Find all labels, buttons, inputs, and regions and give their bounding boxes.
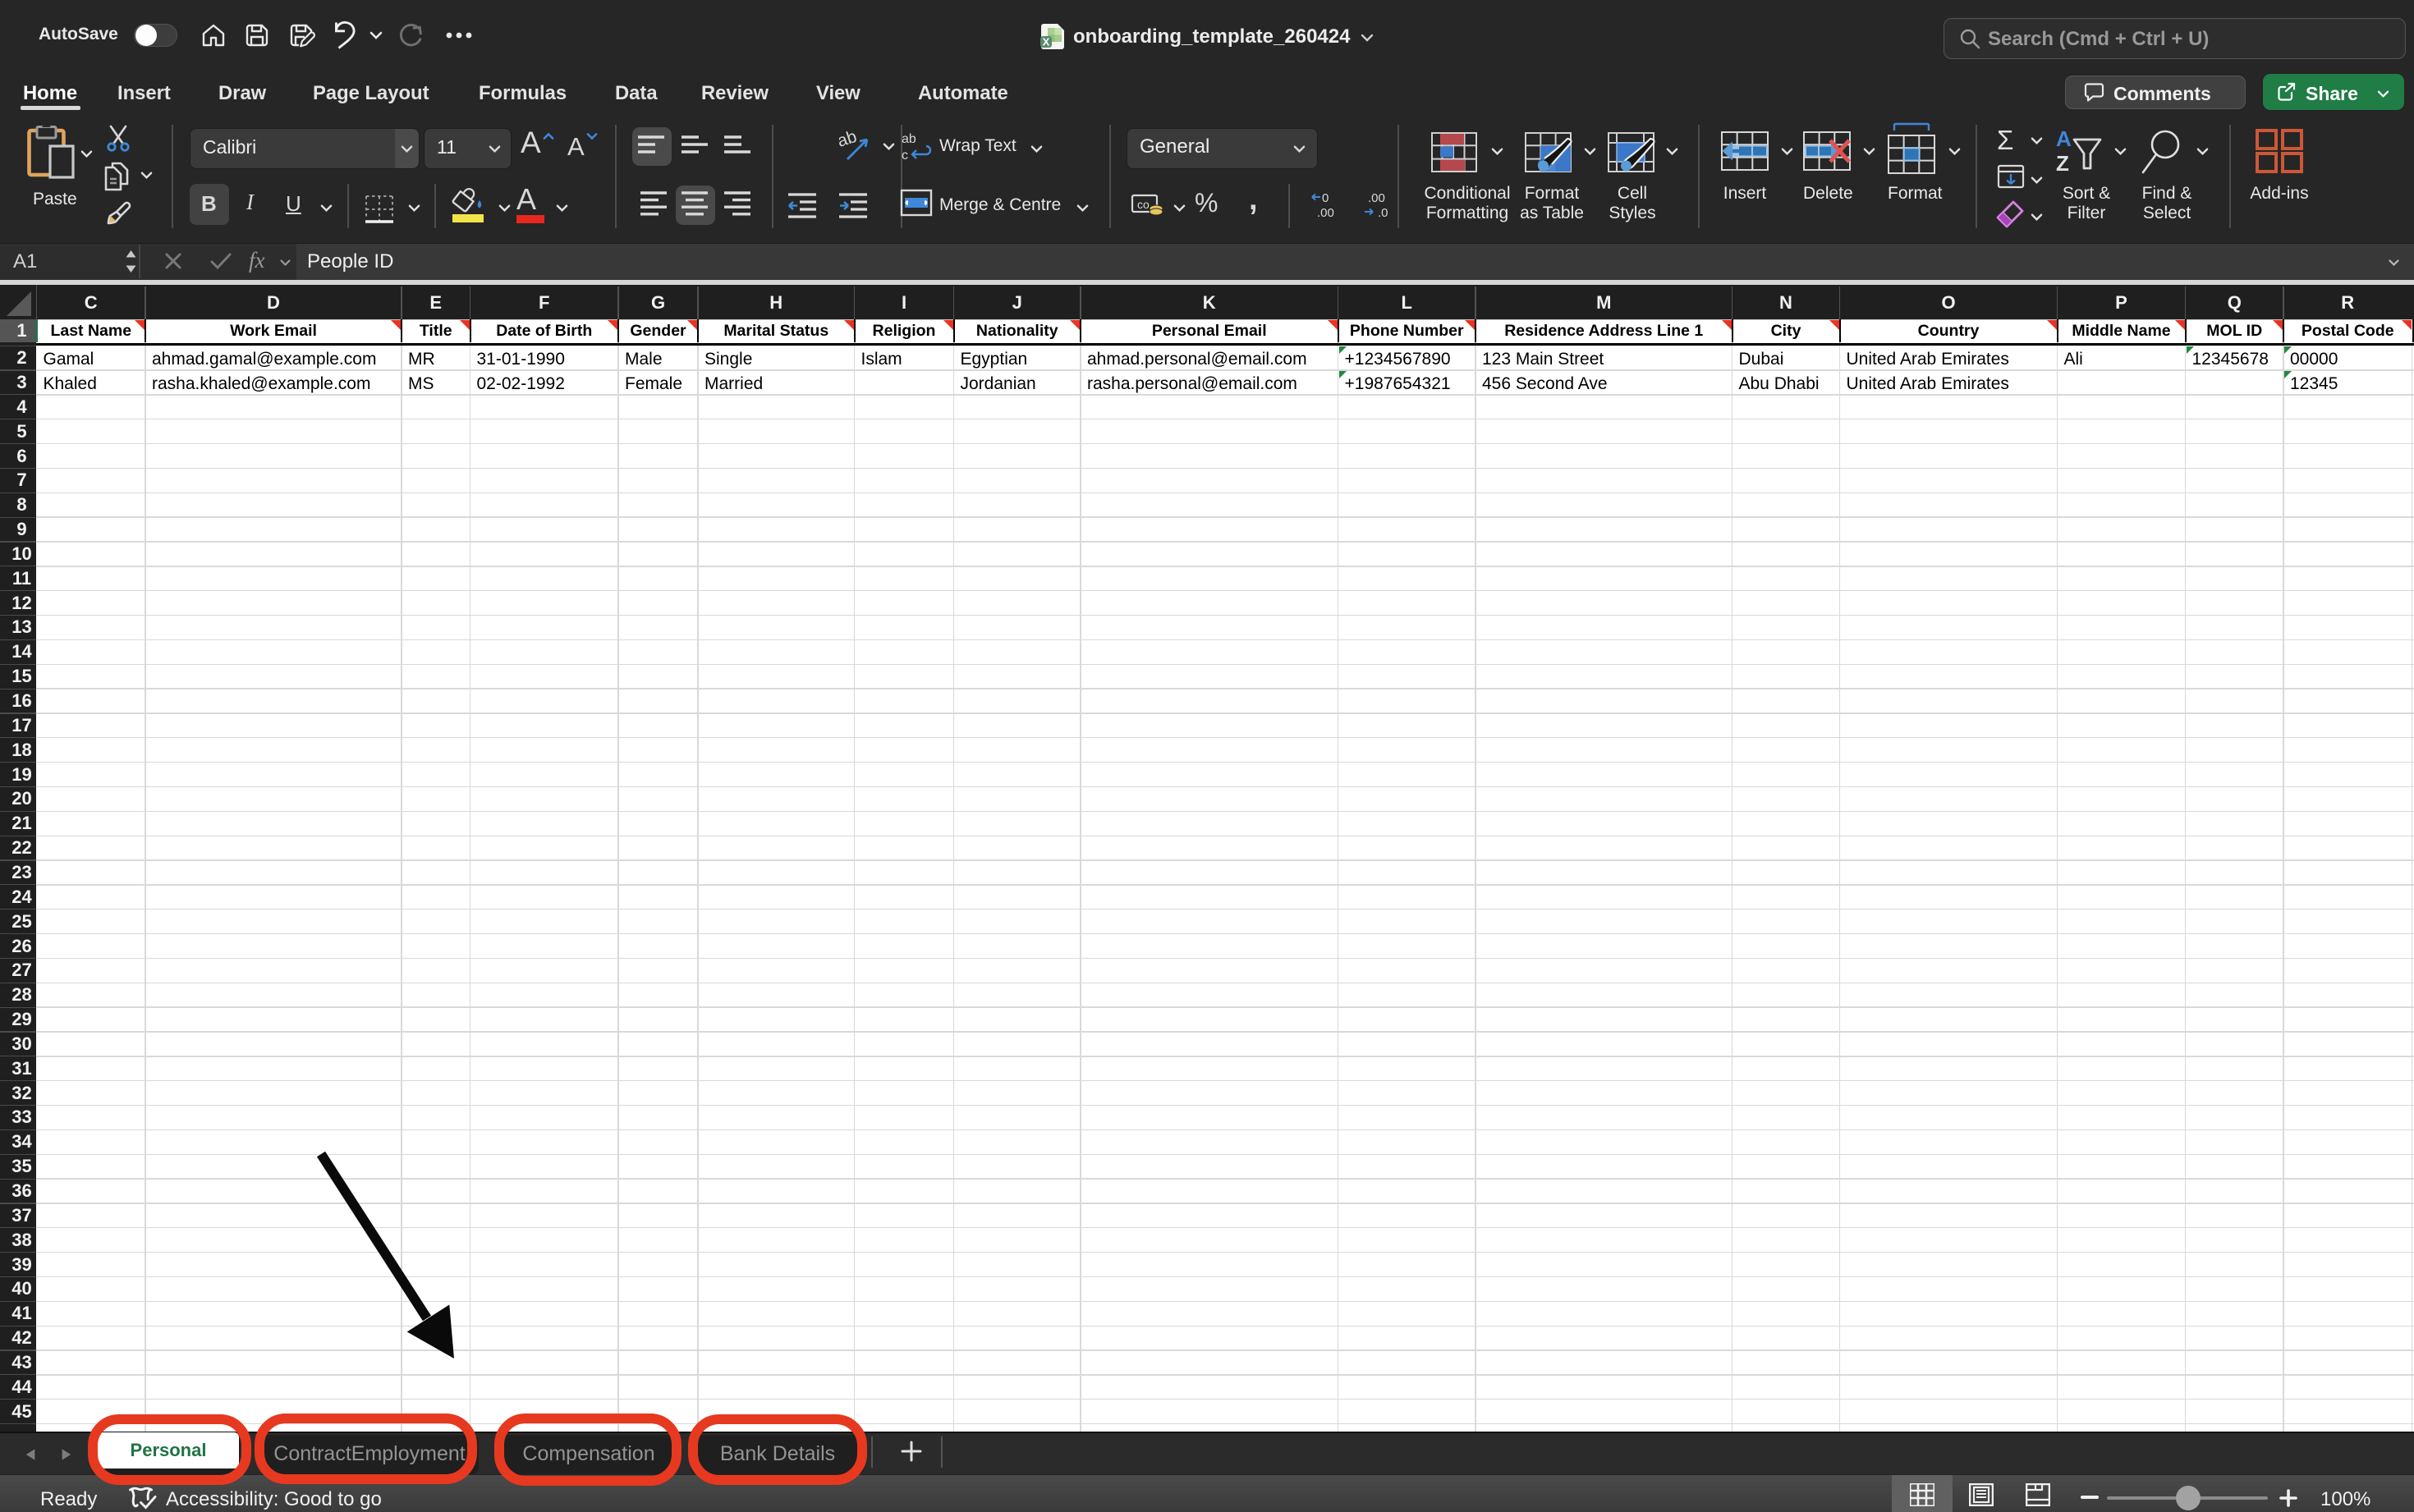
svg-text:A: A	[2056, 128, 2072, 151]
svg-text:ab: ab	[902, 132, 916, 146]
svg-text:.00: .00	[1368, 191, 1385, 205]
svg-text:.00: .00	[1317, 206, 1334, 220]
svg-text:.0: .0	[1378, 206, 1388, 220]
svg-text:c: c	[902, 149, 908, 163]
svg-text:X: X	[1043, 36, 1050, 48]
svg-text:Z: Z	[2056, 151, 2069, 176]
svg-text:0: 0	[1322, 191, 1329, 205]
svg-text:ab: ab	[839, 130, 859, 151]
svg-text:co: co	[1137, 198, 1150, 211]
